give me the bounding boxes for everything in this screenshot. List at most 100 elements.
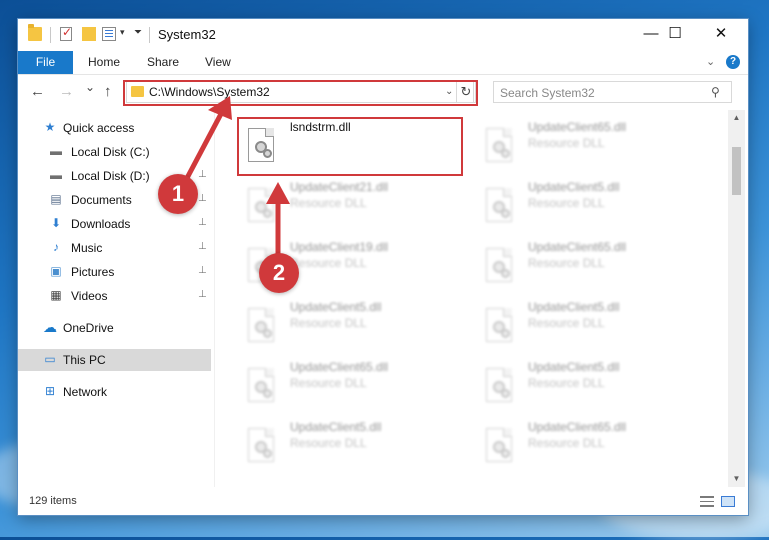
pictures-icon: ▣: [50, 264, 62, 278]
sidebar-item-local-disk-c[interactable]: ▬ Local Disk (C:): [18, 141, 211, 163]
tab-file[interactable]: File: [18, 51, 73, 74]
pin-icon[interactable]: ⊥: [198, 241, 207, 252]
dll-file-icon: [244, 308, 278, 348]
search-input[interactable]: [494, 82, 712, 104]
file-item[interactable]: UpdateClient5.dll Resource DLL: [478, 300, 708, 356]
cloud-icon: ☁: [43, 319, 57, 335]
file-type: Resource DLL: [528, 136, 605, 150]
dll-file-icon: [482, 128, 516, 168]
tab-home[interactable]: Home: [88, 51, 120, 74]
file-name: UpdateClient65.dll: [528, 420, 627, 434]
forward-button[interactable]: →: [59, 83, 74, 100]
sidebar-item-label: This PC: [63, 353, 106, 367]
large-icons-view-icon[interactable]: [721, 496, 735, 507]
pin-icon[interactable]: ⊥: [198, 265, 207, 276]
download-icon: ⬇: [50, 216, 62, 230]
file-type: Resource DLL: [290, 256, 367, 270]
back-button[interactable]: ←: [30, 83, 45, 100]
sidebar-item-videos[interactable]: ▦ Videos ⊥: [18, 285, 211, 307]
search-box[interactable]: ⚲: [493, 81, 732, 104]
file-name: UpdateClient65.dll: [528, 240, 627, 254]
sidebar-item-downloads[interactable]: ⬇ Downloads ⊥: [18, 213, 211, 235]
dll-file-icon: [244, 188, 278, 228]
file-type: Resource DLL: [528, 436, 605, 450]
pin-icon[interactable]: ⊥: [198, 193, 207, 204]
help-icon[interactable]: ?: [726, 55, 740, 69]
sidebar-item-pictures[interactable]: ▣ Pictures ⊥: [18, 261, 211, 283]
file-item[interactable]: UpdateClient65.dll Resource DLL: [478, 120, 708, 176]
tab-share[interactable]: Share: [147, 51, 179, 74]
search-icon[interactable]: ⚲: [711, 85, 720, 99]
scroll-up-icon[interactable]: ▲: [728, 110, 745, 126]
chevron-down-icon[interactable]: ▾: [120, 27, 125, 38]
expand-ribbon-icon[interactable]: ⌄: [706, 55, 715, 68]
sidebar-item-quick-access[interactable]: ★ Quick access: [18, 117, 211, 139]
file-name: UpdateClient5.dll: [528, 180, 620, 194]
new-folder-icon[interactable]: [82, 27, 96, 41]
details-view-icon[interactable]: [700, 496, 714, 507]
file-type: Resource DLL: [290, 376, 367, 390]
pin-icon[interactable]: ⊥: [198, 289, 207, 300]
sidebar-item-this-pc[interactable]: ▭ This PC: [18, 349, 211, 371]
status-bar: 129 items: [18, 488, 748, 515]
dll-file-icon: [244, 368, 278, 408]
file-item[interactable]: UpdateClient65.dll Resource DLL: [478, 240, 708, 296]
file-type: Resource DLL: [290, 436, 367, 450]
customize-toolbar-icon[interactable]: ⏷: [134, 27, 142, 38]
sidebar-item-label: Quick access: [63, 121, 135, 135]
sidebar-item-label: Documents: [71, 193, 132, 207]
file-item[interactable]: UpdateClient5.dll Resource DLL: [240, 420, 470, 476]
file-name: UpdateClient5.dll: [528, 300, 620, 314]
file-name: UpdateClient65.dll: [290, 360, 389, 374]
sidebar-item-label: Music: [71, 241, 103, 255]
maximize-button[interactable]: ☐: [652, 19, 698, 51]
folder-icon: [28, 24, 42, 41]
pin-icon[interactable]: ⊥: [198, 217, 207, 228]
file-item[interactable]: UpdateClient5.dll Resource DLL: [478, 360, 708, 416]
dll-file-icon: [244, 428, 278, 468]
step-1-badge: 1: [158, 174, 198, 214]
recent-locations-button[interactable]: ⌄: [85, 80, 95, 94]
sidebar-item-music[interactable]: ♪ Music ⊥: [18, 237, 211, 259]
divider: [50, 27, 51, 43]
documents-icon: ▤: [50, 192, 62, 206]
file-item[interactable]: UpdateClient5.dll Resource DLL: [240, 300, 470, 356]
divider: [149, 27, 150, 43]
video-icon: ▦: [50, 288, 62, 302]
file-name: UpdateClient5.dll: [290, 300, 382, 314]
pin-icon[interactable]: ⊥: [198, 169, 207, 180]
dll-file-icon: [482, 188, 516, 228]
file-type: Resource DLL: [528, 196, 605, 210]
dll-file-icon: [482, 368, 516, 408]
file-item[interactable]: UpdateClient65.dll Resource DLL: [478, 420, 708, 476]
drive-icon: ▬: [50, 168, 62, 182]
computer-icon: ▭: [44, 352, 56, 366]
file-highlight: [237, 117, 463, 176]
sidebar-item-onedrive[interactable]: ☁ OneDrive: [18, 317, 211, 339]
file-name: UpdateClient65.dll: [528, 120, 627, 134]
item-count: 129 items: [29, 495, 77, 507]
sidebar-item-network[interactable]: ⊞ Network: [18, 381, 211, 403]
sidebar-item-label: Videos: [71, 289, 108, 303]
up-button[interactable]: ↑: [104, 83, 112, 100]
file-type: Resource DLL: [290, 316, 367, 330]
list-view-icon[interactable]: [102, 27, 116, 41]
network-icon: ⊞: [44, 384, 56, 398]
file-item[interactable]: UpdateClient5.dll Resource DLL: [478, 180, 708, 236]
properties-check-icon[interactable]: [60, 25, 72, 41]
dll-file-icon: [482, 308, 516, 348]
file-type: Resource DLL: [528, 316, 605, 330]
sidebar-item-label: Local Disk (C:): [71, 145, 150, 159]
scroll-down-icon[interactable]: ▼: [728, 471, 745, 487]
file-item[interactable]: UpdateClient65.dll Resource DLL: [240, 360, 470, 416]
scroll-thumb[interactable]: [732, 147, 741, 195]
navigation-pane: ★ Quick access ▬ Local Disk (C:) ▬ Local…: [18, 110, 211, 487]
file-name: UpdateClient5.dll: [290, 420, 382, 434]
file-item[interactable]: UpdateClient21.dll Resource DLL: [240, 180, 470, 236]
close-button[interactable]: ✕: [698, 19, 744, 51]
tab-view[interactable]: View: [205, 51, 231, 74]
vertical-scrollbar[interactable]: ▲ ▼: [728, 110, 745, 487]
file-name: UpdateClient21.dll: [290, 180, 389, 194]
file-type: Resource DLL: [528, 376, 605, 390]
dll-file-icon: [482, 428, 516, 468]
